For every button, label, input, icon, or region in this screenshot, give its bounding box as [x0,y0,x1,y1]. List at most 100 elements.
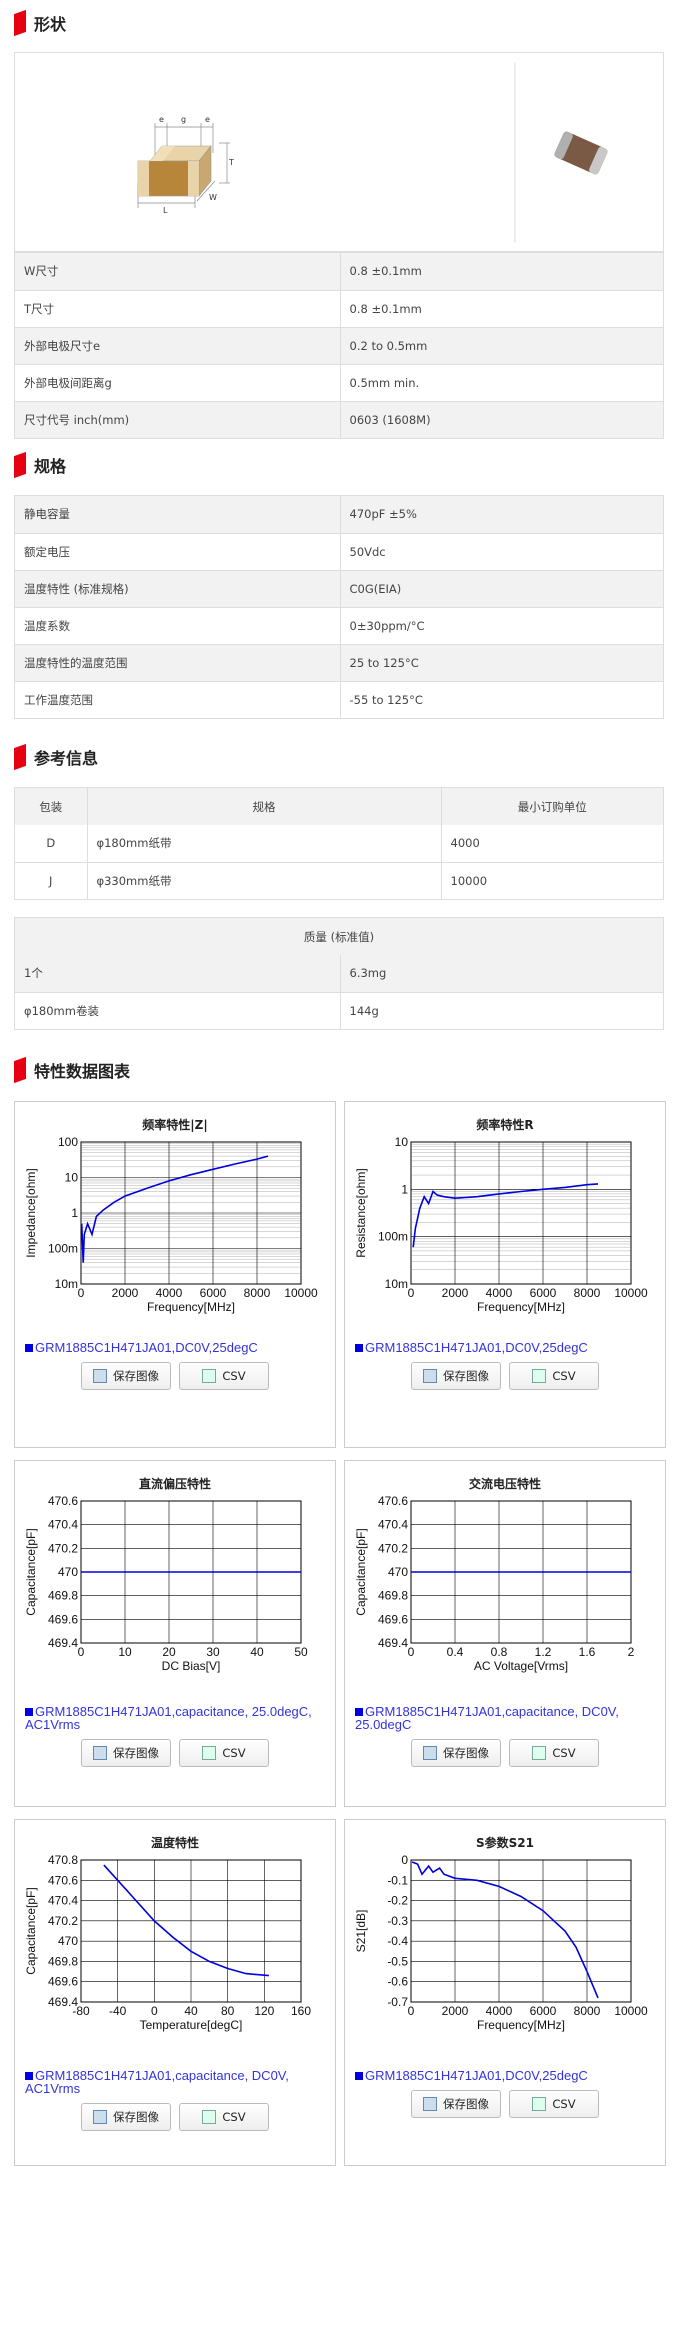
x-tick-label: -40 [109,2004,127,2018]
y-tick-label: 469.6 [378,1612,408,1626]
section-mark [14,451,26,479]
y-tick-label: -0.4 [387,1934,408,1948]
table-row: Jφ330mm纸带 10000 [15,862,663,899]
csv-label: CSV [222,2110,246,2124]
x-tick-label: 4000 [486,2004,513,2018]
x-tick-label: 20 [162,1645,176,1659]
section-title-charts: 特性数据图表 [14,1056,130,1084]
chart-panel: 交流电压特性 0 0.4 0.8 1.2 1.6 2 470.6 470.4 470.2 470 46… [344,1460,666,1807]
x-tick-label: 0 [408,1645,415,1659]
mass-table: 质量 (标准值) 1个 6.3mg φ180mm卷装 144g [14,917,664,1030]
mass-key: 1个 [15,955,341,993]
x-tick-label: 1.2 [535,1645,552,1659]
y-tick-label: 469.4 [48,1995,78,2009]
y-tick-label: 470 [58,1565,78,1579]
x-tick-label: 4000 [486,1286,513,1300]
y-tick-label: -0.6 [387,1975,408,1989]
x-tick-label: 10000 [614,2004,648,2018]
save-image-label: 保存图像 [443,2097,489,2111]
y-tick-label: 469.8 [48,1954,78,1968]
y-axis-label: Capacitance[pF] [24,1887,38,1974]
spec-value: 25 to 125°C [340,644,663,682]
y-tick-label: 469.8 [378,1589,408,1603]
csv-button[interactable]: CSV [509,2090,599,2118]
x-tick-label: 0.8 [491,1645,508,1659]
table-row: 温度系数 0±30ppm/°C [15,607,663,645]
save-image-label: 保存图像 [113,1369,159,1383]
legend-swatch [25,1344,33,1352]
x-tick-label: 2000 [442,2004,469,2018]
chart-legend: GRM1885C1H471JA01,capacitance, DC0V, AC1… [25,2069,325,2095]
y-tick-label: 470.2 [48,1541,78,1555]
legend-label: GRM1885C1H471JA01,DC0V,25degC [365,2068,588,2083]
x-tick-label: 10000 [284,1286,318,1300]
x-axis-label: AC Voltage[Vrms] [474,1659,568,1673]
pack-head-2: 规格 [87,788,442,825]
y-tick-label: -0.2 [387,1894,408,1908]
table-row: 额定电压 50Vdc [15,533,663,571]
csv-label: CSV [552,1369,576,1383]
save-image-button[interactable]: 保存图像 [81,1362,171,1390]
csv-icon [532,1369,547,1383]
x-tick-label: 160 [291,2004,311,2018]
pack-moq: 4000 [441,825,663,863]
chart-legend: GRM1885C1H471JA01,capacitance, DC0V, 25.… [355,1705,655,1731]
chart-panel: 频率特性|Z| 0 2000 4000 6000 8000 10000 100 10 1 100m 1… [14,1101,336,1448]
x-axis-label: DC Bias[V] [162,1659,221,1673]
section-mark [14,9,26,37]
table-row: 温度特性的温度范围 25 to 125°C [15,644,663,682]
x-tick-label: 0 [151,2004,158,2018]
dim-w-label: W [209,193,217,202]
y-tick-label: 100m [48,1242,78,1256]
save-image-button[interactable]: 保存图像 [81,1739,171,1767]
chart-legend: GRM1885C1H471JA01,capacitance, 25.0degC,… [25,1705,325,1731]
chart-legend: GRM1885C1H471JA01,DC0V,25degC [355,2069,655,2082]
shape-value: 0.8 ±0.1mm [340,290,663,328]
y-tick-label: 0 [401,1853,408,1867]
x-tick-label: 2000 [442,1286,469,1300]
chart-panel: 频率特性R 0 2000 4000 6000 8000 10000 10 1 100m 10m Fre… [344,1101,666,1448]
x-tick-label: 80 [221,2004,235,2018]
y-tick-label: 470.4 [48,1518,78,1532]
y-tick-label: 1 [401,1182,408,1196]
csv-label: CSV [552,2097,576,2111]
save-image-icon [423,1369,437,1383]
save-image-icon [93,1369,107,1383]
spec-key: 工作温度范围 [15,681,341,718]
legend-swatch [355,2072,363,2080]
csv-button[interactable]: CSV [179,2103,269,2131]
save-image-button[interactable]: 保存图像 [81,2103,171,2131]
shape-value: 0603 (1608M) [340,401,663,438]
y-tick-label: 1 [71,1206,78,1220]
y-tick-label: -0.7 [387,1995,408,2009]
y-tick-label: 10 [395,1135,409,1149]
pack-spec: φ180mm纸带 [87,825,442,863]
pack-head-1: 包装 [15,788,88,825]
csv-button[interactable]: CSV [179,1739,269,1767]
save-image-button[interactable]: 保存图像 [411,2090,501,2118]
x-tick-label: 40 [250,1645,264,1659]
y-axis-label: Resistance[ohm] [354,1168,368,1257]
y-axis-label: Capacitance[pF] [24,1528,38,1615]
x-tick-label: 0 [408,2004,415,2018]
y-tick-label: -0.1 [387,1873,408,1887]
csv-button[interactable]: CSV [179,1362,269,1390]
table-row: 工作温度范围 -55 to 125°C [15,681,663,718]
save-image-button[interactable]: 保存图像 [411,1739,501,1767]
table-row: T尺寸 0.8 ±0.1mm [15,290,663,328]
spec-key: 静电容量 [15,496,341,534]
chart-plot: -80 -40 0 40 80 120 160470.8470.6470.4470.2470… [24,1853,311,2032]
save-image-label: 保存图像 [443,1369,489,1383]
y-tick-label: 470.2 [378,1541,408,1555]
dim-e-label: e [159,115,164,124]
x-tick-label: 8000 [244,1286,271,1300]
save-image-button[interactable]: 保存图像 [411,1362,501,1390]
spec-key: 额定电压 [15,533,341,571]
spec-key: 温度特性的温度范围 [15,644,341,682]
legend-label: GRM1885C1H471JA01,capacitance, 25.0degC,… [25,1704,312,1732]
csv-button[interactable]: CSV [509,1739,599,1767]
csv-icon [202,1369,217,1383]
spec-value: C0G(EIA) [340,570,663,608]
dim-t-label: T [228,158,234,167]
csv-button[interactable]: CSV [509,1362,599,1390]
